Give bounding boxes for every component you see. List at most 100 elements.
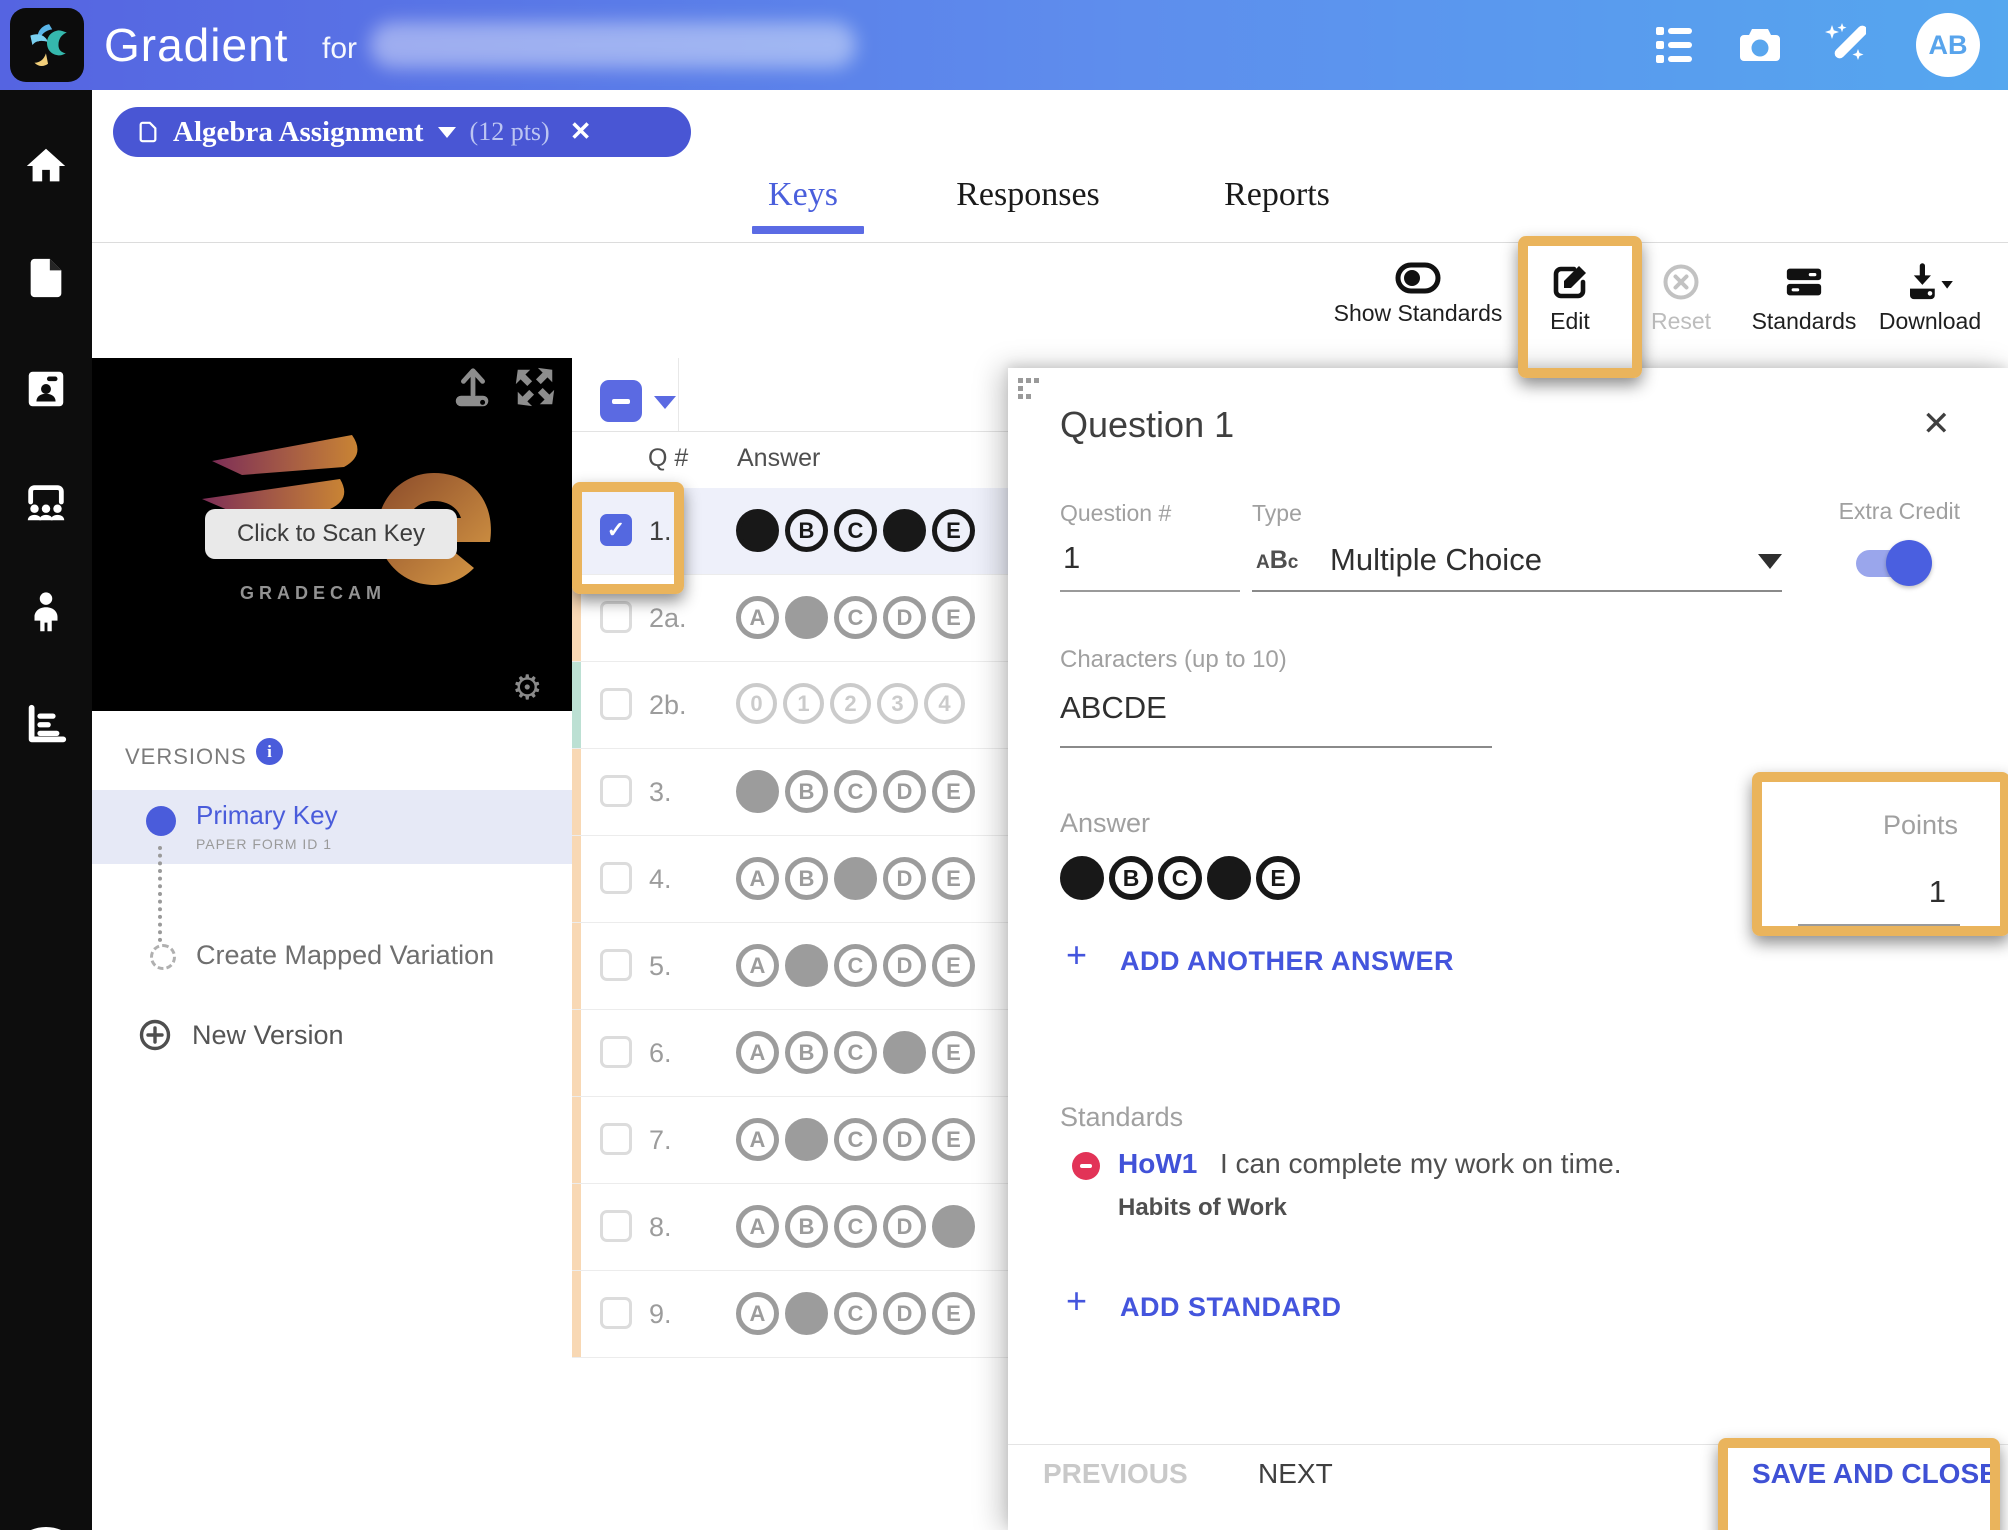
add-standard-link[interactable]: ADD STANDARD	[1120, 1292, 1342, 1323]
answer-bubble[interactable]: A	[736, 857, 779, 900]
answer-bubble[interactable]: B	[785, 857, 828, 900]
chevron-down-icon[interactable]	[654, 396, 676, 409]
classroom-icon[interactable]	[23, 479, 69, 525]
plus-icon[interactable]: +	[1066, 1280, 1087, 1322]
student-icon[interactable]	[23, 590, 69, 636]
row-checkbox[interactable]	[600, 862, 632, 894]
row-checkbox[interactable]	[600, 1123, 632, 1155]
document-icon[interactable]	[23, 255, 69, 301]
answer-bubble[interactable]: B	[1109, 856, 1153, 900]
remove-standard-icon[interactable]	[1072, 1152, 1100, 1180]
points-value[interactable]: 1	[1800, 874, 1946, 910]
tab-keys[interactable]: Keys	[768, 176, 838, 214]
row-checkbox[interactable]	[600, 1210, 632, 1242]
answer-bubble[interactable]	[1060, 856, 1104, 900]
characters-value[interactable]: ABCDE	[1060, 690, 1167, 726]
answer-bubble[interactable]	[834, 857, 877, 900]
answer-bubble[interactable]: 2	[830, 683, 871, 724]
answer-bubble[interactable]: E	[932, 857, 975, 900]
tab-responses[interactable]: Responses	[956, 176, 1100, 214]
answer-bubble[interactable]: D	[883, 596, 926, 639]
answer-bubble[interactable]: C	[834, 1031, 877, 1074]
answer-bubble[interactable]	[785, 944, 828, 987]
answer-bubble[interactable]	[932, 1205, 975, 1248]
answer-bubble[interactable]: C	[834, 1118, 877, 1161]
answer-bubble[interactable]: C	[834, 1205, 877, 1248]
gradient-logo[interactable]	[10, 8, 84, 82]
magic-wand-icon[interactable]	[1822, 23, 1866, 67]
standard-code[interactable]: HoW1	[1118, 1148, 1197, 1180]
camera-icon[interactable]	[1738, 23, 1782, 67]
answer-bubble[interactable]: C	[834, 770, 877, 813]
close-icon[interactable]: ✕	[570, 117, 592, 147]
new-version-link[interactable]: New Version	[192, 1020, 344, 1051]
answer-bubble[interactable]: D	[883, 857, 926, 900]
previous-button[interactable]: PREVIOUS	[1043, 1458, 1188, 1490]
answer-bubble[interactable]: E	[932, 944, 975, 987]
answer-bubble[interactable]: 0	[736, 683, 777, 724]
answer-bubble[interactable]: E	[932, 1031, 975, 1074]
gear-icon[interactable]: ⚙	[512, 668, 542, 708]
answer-bubble[interactable]: D	[883, 944, 926, 987]
answer-bubble[interactable]: B	[785, 770, 828, 813]
answer-bubble[interactable]: A	[736, 1031, 779, 1074]
answer-bubble[interactable]: B	[785, 1031, 828, 1074]
answer-bubble[interactable]: C	[834, 1292, 877, 1335]
answer-bubble[interactable]: 1	[783, 683, 824, 724]
answer-bubble[interactable]: E	[1256, 856, 1300, 900]
home-icon[interactable]	[23, 143, 69, 189]
question-number-value[interactable]: 1	[1063, 540, 1080, 576]
answer-bubble[interactable]: A	[736, 1292, 779, 1335]
close-icon[interactable]: ✕	[1922, 404, 1951, 444]
answer-bubble[interactable]: D	[883, 1118, 926, 1161]
next-button[interactable]: NEXT	[1258, 1458, 1333, 1490]
answer-bubble[interactable]: E	[932, 770, 975, 813]
drag-handle-icon[interactable]	[1018, 378, 1040, 400]
answer-bubble[interactable]: A	[736, 944, 779, 987]
info-icon[interactable]: i	[256, 738, 283, 765]
answer-bubble[interactable]: E	[932, 596, 975, 639]
answer-bubble[interactable]	[1207, 856, 1251, 900]
extra-credit-toggle-knob[interactable]	[1886, 540, 1932, 586]
row-checkbox[interactable]	[600, 688, 632, 720]
answer-bubble[interactable]	[883, 1031, 926, 1074]
answer-bubble[interactable]: D	[883, 770, 926, 813]
row-checkbox[interactable]	[600, 949, 632, 981]
row-checkbox[interactable]	[600, 1036, 632, 1068]
avatar[interactable]: AB	[1916, 13, 1980, 77]
answer-bubble[interactable]	[785, 596, 828, 639]
type-value[interactable]: Multiple Choice	[1330, 542, 1542, 578]
answer-bubble[interactable]: B	[785, 509, 828, 552]
upload-icon[interactable]	[450, 366, 496, 412]
answer-bubble[interactable]: C	[834, 944, 877, 987]
answer-bubble[interactable]: B	[785, 1205, 828, 1248]
tab-reports[interactable]: Reports	[1224, 176, 1330, 214]
chart-icon[interactable]	[23, 702, 69, 748]
answer-bubble[interactable]: A	[736, 596, 779, 639]
row-checkbox[interactable]: ✓	[600, 514, 632, 546]
assignment-chip[interactable]: Algebra Assignment (12 pts) ✕	[113, 107, 691, 157]
answer-bubble[interactable]: C	[834, 596, 877, 639]
answer-bubble[interactable]: A	[736, 1205, 779, 1248]
answer-bubble[interactable]	[736, 509, 779, 552]
answer-bubble[interactable]: 3	[877, 683, 918, 724]
primary-key-label[interactable]: Primary Key	[196, 800, 338, 831]
answer-bubble[interactable]: D	[883, 1205, 926, 1248]
row-checkbox[interactable]	[600, 1297, 632, 1329]
answer-bubble[interactable]: C	[1158, 856, 1202, 900]
answer-bubble[interactable]: 4	[924, 683, 965, 724]
answer-bubble[interactable]	[785, 1118, 828, 1161]
dropdown-caret-icon[interactable]	[1758, 554, 1782, 569]
expand-icon[interactable]	[512, 364, 558, 410]
plus-icon[interactable]: +	[1066, 934, 1087, 976]
list-icon[interactable]	[1652, 23, 1696, 67]
camera-scan-panel[interactable]: Click to Scan Key GRADECAM ⚙	[92, 358, 572, 711]
answer-bubble[interactable]: E	[932, 1118, 975, 1161]
click-to-scan-key-button[interactable]: Click to Scan Key	[205, 509, 457, 559]
row-checkbox[interactable]	[600, 601, 632, 633]
select-all-checkbox[interactable]	[600, 380, 642, 422]
save-and-close-button[interactable]: SAVE AND CLOSE	[1752, 1458, 1998, 1490]
id-card-icon[interactable]	[23, 366, 69, 412]
download-button[interactable]: Download	[1830, 262, 2008, 335]
answer-bubble[interactable]	[883, 509, 926, 552]
